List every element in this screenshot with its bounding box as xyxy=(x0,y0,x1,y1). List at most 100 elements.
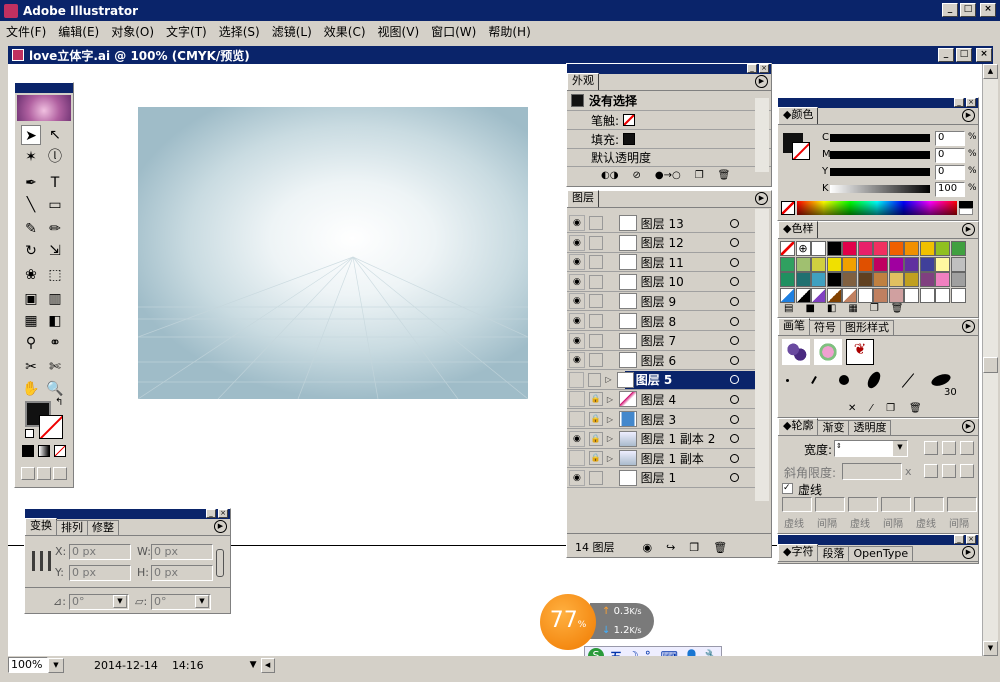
fill-black-icon[interactable] xyxy=(623,133,636,145)
scroll-up-button[interactable]: ▲ xyxy=(983,64,998,79)
color-white-icon[interactable] xyxy=(959,208,973,215)
visibility-eye-icon[interactable] xyxy=(569,391,585,408)
graph-tool-icon[interactable]: ▥ xyxy=(45,289,65,309)
tab-appearance[interactable]: 外观 xyxy=(567,73,599,90)
layer-row[interactable]: 🔒 ▷ 图层 1 副本 xyxy=(567,449,755,469)
visibility-eye-icon[interactable]: ◉ xyxy=(569,254,585,271)
swatch[interactable] xyxy=(795,256,811,272)
rotate-dropdown-icon[interactable]: ▼ xyxy=(113,595,127,608)
tab-symbols[interactable]: 符号 xyxy=(809,320,841,335)
tab-graphic-styles[interactable]: 图形样式 xyxy=(840,320,894,335)
w-input[interactable]: 0 px xyxy=(151,544,213,560)
channel-slider[interactable] xyxy=(830,134,930,142)
tab-color[interactable]: ◆颜色 xyxy=(778,107,819,124)
lock-icon[interactable] xyxy=(588,470,603,485)
tab-brushes[interactable]: 画笔 xyxy=(778,318,810,335)
layer-row[interactable]: ◉ 图层 6 xyxy=(567,351,755,371)
swatch[interactable] xyxy=(780,272,795,287)
mesh-tool-icon[interactable]: ▦ xyxy=(21,311,41,331)
x-input[interactable]: 0 px xyxy=(69,544,131,560)
swatch[interactable] xyxy=(811,287,826,303)
menu-item-0[interactable]: 文件(F) xyxy=(6,23,46,40)
swatch[interactable] xyxy=(950,241,966,256)
leaf-brush-icon[interactable]: ❦ xyxy=(846,339,874,365)
expand-triangle-icon[interactable]: ▷ xyxy=(607,454,617,463)
constrain-link-icon[interactable] xyxy=(216,549,224,577)
brush-line[interactable] xyxy=(901,372,915,388)
screen-mode-full-button[interactable] xyxy=(53,467,67,480)
weight-input[interactable]: ▼ ⇕ xyxy=(834,440,908,457)
layer-row[interactable]: ▷ 图层 5 xyxy=(567,370,755,390)
transform-menu-arrow-icon[interactable]: ▶ xyxy=(214,520,227,533)
lock-icon[interactable] xyxy=(588,255,603,270)
type-tool-icon[interactable]: T xyxy=(45,173,65,193)
screen-mode-full-menu-button[interactable] xyxy=(37,467,51,480)
swatch[interactable] xyxy=(842,287,857,303)
show-pattern-swatches-icon[interactable]: ▦ xyxy=(848,303,857,314)
swatch[interactable] xyxy=(873,241,888,256)
swatch[interactable] xyxy=(904,272,919,287)
swatch[interactable] xyxy=(873,256,888,272)
appearance-menu-arrow-icon[interactable]: ▶ xyxy=(755,75,768,88)
layer-row[interactable]: ◉ 图层 10 xyxy=(567,273,755,292)
tab-character[interactable]: ◆字符 xyxy=(778,544,819,561)
swatch[interactable] xyxy=(842,256,857,272)
dash-input-1[interactable] xyxy=(782,497,812,512)
lasso-tool-icon[interactable]: ⓛ xyxy=(45,147,65,167)
tab-pathfinder[interactable]: 修整 xyxy=(87,520,119,535)
delete-item-icon[interactable]: 🗑 xyxy=(718,170,731,181)
tab-transparency[interactable]: 透明度 xyxy=(848,420,892,435)
swatch[interactable] xyxy=(873,287,888,303)
dash-input-2[interactable] xyxy=(848,497,878,512)
lock-icon[interactable] xyxy=(588,333,603,348)
new-sublayer-icon[interactable]: ↪ xyxy=(666,541,675,554)
visibility-eye-icon[interactable]: ◉ xyxy=(569,469,585,486)
expand-triangle-icon[interactable]: ▷ xyxy=(605,375,614,384)
symbol-sprayer-tool-icon[interactable]: ▣ xyxy=(21,289,41,309)
swatch[interactable] xyxy=(826,256,842,272)
miter-limit-input[interactable] xyxy=(842,463,902,480)
layer-row[interactable]: ◉ 图层 11 xyxy=(567,253,755,273)
target-circle-icon[interactable] xyxy=(730,434,739,444)
menu-item-4[interactable]: 选择(S) xyxy=(219,23,260,40)
layer-row[interactable]: ◉ 图层 12 xyxy=(567,234,755,253)
appearance-minimize-button[interactable]: _ xyxy=(747,64,757,73)
lock-icon[interactable]: 🔒 xyxy=(588,451,603,466)
brush-dot-large[interactable] xyxy=(839,375,849,385)
swatch[interactable] xyxy=(888,256,904,272)
blend-tool-icon[interactable]: ⚭ xyxy=(45,333,65,353)
visibility-eye-icon[interactable]: ◉ xyxy=(569,234,585,251)
lock-icon[interactable] xyxy=(588,372,602,387)
swatch[interactable] xyxy=(935,272,950,287)
target-circle-icon[interactable] xyxy=(730,414,739,424)
stroke-swatch[interactable] xyxy=(39,415,63,439)
lock-icon[interactable] xyxy=(588,353,603,368)
shear-dropdown-icon[interactable]: ▼ xyxy=(195,595,209,608)
target-circle-icon[interactable] xyxy=(730,355,739,365)
target-circle-icon[interactable] xyxy=(730,453,739,463)
brush-dot-small[interactable] xyxy=(786,378,789,382)
target-circle-icon[interactable] xyxy=(730,336,739,346)
swatch[interactable] xyxy=(919,287,935,303)
tab-gradient[interactable]: 渐变 xyxy=(817,420,850,435)
color-black-icon[interactable] xyxy=(959,201,973,208)
swatch[interactable] xyxy=(888,241,904,256)
character-close-button[interactable]: × xyxy=(966,535,976,544)
doc-minimize-button[interactable]: _ xyxy=(938,48,954,62)
target-circle-icon[interactable] xyxy=(730,257,739,267)
target-circle-icon[interactable] xyxy=(730,238,739,248)
scroll-left-button[interactable]: ◀ xyxy=(260,657,275,673)
doc-maximize-button[interactable]: □ xyxy=(956,48,972,62)
menu-item-7[interactable]: 视图(V) xyxy=(378,23,420,40)
expand-triangle-icon[interactable]: ▷ xyxy=(607,434,617,443)
character-menu-arrow-icon[interactable]: ▶ xyxy=(962,546,975,559)
eyedropper-tool-icon[interactable]: ⚲ xyxy=(21,333,41,353)
reference-point-icon[interactable] xyxy=(32,551,52,571)
screen-mode-normal-button[interactable] xyxy=(21,467,35,480)
lock-icon[interactable]: 🔒 xyxy=(588,392,603,407)
brushes-menu-arrow-icon[interactable]: ▶ xyxy=(962,320,975,333)
default-colors-icon[interactable] xyxy=(25,429,34,438)
join-round-button[interactable] xyxy=(942,464,956,478)
scale-tool-icon[interactable]: ⇲ xyxy=(45,241,65,261)
show-color-swatches-icon[interactable]: ■ xyxy=(805,303,814,314)
